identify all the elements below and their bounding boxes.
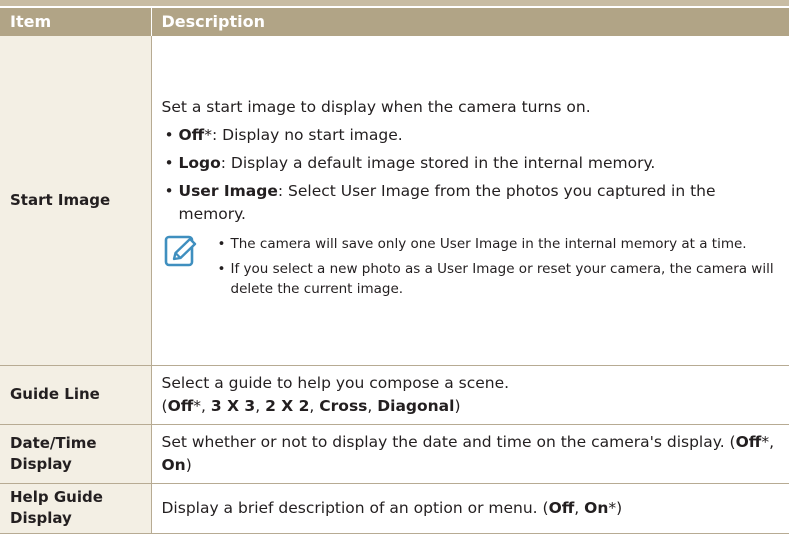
option-logo: Logo: Display a default image stored in … — [162, 152, 780, 175]
separator: , — [769, 432, 775, 451]
guide-line-options: (Off*, 3 X 3, 2 X 2, Cross, Diagonal) — [162, 395, 780, 418]
note-list: The camera will save only one User Image… — [218, 234, 780, 299]
option-name: On — [584, 498, 609, 517]
header-description: Description — [150, 8, 789, 36]
header-item: Item — [0, 8, 151, 36]
paren-close: ) — [185, 455, 192, 474]
date-time-text: Set whether or not to display the date a… — [161, 432, 736, 451]
option-text: : Display a default image stored in the … — [220, 154, 656, 173]
option-off: Off*: Display no start image. — [162, 124, 780, 147]
option-name: Off — [178, 126, 205, 145]
option-name: Off — [548, 498, 575, 517]
option-user-image: User Image: Select User Image from the p… — [162, 180, 780, 226]
option-text: : Display no start image. — [211, 126, 403, 145]
note-pencil-icon — [164, 235, 196, 267]
note-item: The camera will save only one User Image… — [218, 234, 780, 254]
guide-line-text: Select a guide to help you compose a sce… — [161, 373, 510, 392]
settings-table: Item Description Start Image Set a start… — [0, 8, 789, 534]
table-row-help-guide-display: Help Guide Display Display a brief descr… — [0, 483, 789, 534]
top-rule — [0, 0, 789, 6]
paren-close: ) — [616, 498, 623, 517]
option-name: Off — [167, 396, 194, 415]
default-mark: * — [193, 396, 202, 415]
table-row-start-image: Start Image Set a start image to display… — [0, 36, 789, 366]
item-start-image: Start Image — [0, 36, 151, 366]
help-guide-text: Display a brief description of an option… — [161, 498, 549, 517]
table-row-date-time-display: Date/Time Display Set whether or not to … — [0, 424, 789, 484]
option-name: 2 X 2 — [265, 396, 310, 415]
item-help-guide-display: Help Guide Display — [0, 483, 151, 534]
option-name: Off — [735, 432, 762, 451]
separator: , — [201, 396, 211, 415]
start-image-intro: Set a start image to display when the ca… — [161, 98, 591, 117]
separator: , — [309, 396, 320, 415]
desc-guide-line: Select a guide to help you compose a sce… — [150, 365, 789, 425]
default-mark: * — [761, 432, 770, 451]
item-guide-line: Guide Line — [0, 365, 151, 425]
option-name: Logo — [178, 154, 221, 173]
separator: , — [367, 396, 378, 415]
note-item: If you select a new photo as a User Imag… — [218, 259, 780, 299]
option-name: On — [161, 455, 186, 474]
separator: , — [574, 498, 585, 517]
note-block: The camera will save only one User Image… — [162, 234, 780, 299]
option-name: 3 X 3 — [210, 396, 256, 415]
desc-date-time-display: Set whether or not to display the date a… — [150, 424, 789, 484]
option-name: User Image — [178, 182, 278, 201]
desc-start-image: Set a start image to display when the ca… — [150, 36, 789, 366]
item-date-time-display: Date/Time Display — [0, 424, 151, 484]
table-row-guide-line: Guide Line Select a guide to help you co… — [0, 365, 789, 425]
default-mark: * — [204, 126, 212, 145]
separator: , — [255, 396, 266, 415]
table-header-row: Item Description — [0, 8, 789, 36]
start-image-options: Off*: Display no start image. Logo: Disp… — [162, 124, 780, 226]
option-name: Cross — [319, 396, 368, 415]
default-mark: * — [608, 498, 617, 517]
option-name: Diagonal — [377, 396, 455, 415]
paren-close: ) — [454, 396, 461, 415]
desc-help-guide-display: Display a brief description of an option… — [150, 483, 789, 534]
